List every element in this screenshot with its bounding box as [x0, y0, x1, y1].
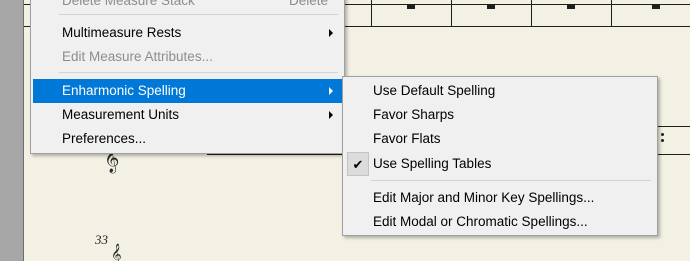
- menu-item-label: Use Spelling Tables: [373, 156, 492, 171]
- submenu-item-use-spelling-tables[interactable]: ✔ Use Spelling Tables: [345, 152, 655, 176]
- submenu-item-use-default-spelling[interactable]: Use Default Spelling: [345, 79, 655, 103]
- treble-clef-icon: 𝄞: [111, 244, 122, 261]
- barline: [611, 0, 612, 27]
- menu-item-label: Edit Measure Attributes...: [62, 49, 213, 64]
- whole-rest: [652, 5, 660, 9]
- repeat-dot: [661, 139, 664, 142]
- menu-item-label: Use Default Spelling: [373, 83, 496, 98]
- menu-item-label: Favor Sharps: [373, 107, 455, 122]
- submenu-arrow-icon: [329, 111, 333, 119]
- menu-item-label: Multimeasure Rests: [62, 25, 182, 40]
- menu-item-label: Enharmonic Spelling: [62, 83, 186, 98]
- menu-item-multimeasure-rests[interactable]: Multimeasure Rests: [33, 21, 342, 45]
- repeat-dot: [661, 133, 664, 136]
- whole-rest: [567, 5, 575, 9]
- context-menu: Delete Measure Stack Delete Multimeasure…: [30, 0, 345, 154]
- submenu-item-edit-modal-chromatic-spellings[interactable]: Edit Modal or Chromatic Spellings...: [345, 210, 655, 234]
- checkmark-icon: ✔: [347, 152, 369, 176]
- menu-item-label: Favor Flats: [373, 131, 441, 146]
- barline: [371, 0, 372, 27]
- menu-separator: [59, 14, 338, 15]
- barline: [531, 0, 532, 27]
- menu-item-preferences[interactable]: Preferences...: [33, 127, 342, 151]
- submenu-item-favor-flats[interactable]: Favor Flats: [345, 127, 655, 151]
- enharmonic-spelling-submenu: Use Default Spelling Favor Sharps Favor …: [342, 76, 658, 236]
- menu-item-measurement-units[interactable]: Measurement Units: [33, 103, 342, 127]
- menu-item-shortcut: Delete: [288, 0, 328, 8]
- barline: [451, 0, 452, 27]
- menu-item-edit-measure-attributes[interactable]: Edit Measure Attributes...: [33, 45, 342, 69]
- menu-item-label: Edit Major and Minor Key Spellings...: [373, 190, 595, 205]
- measure-number: 33: [95, 232, 108, 247]
- submenu-item-edit-major-minor-spellings[interactable]: Edit Major and Minor Key Spellings...: [345, 186, 655, 210]
- menu-item-label: Measurement Units: [62, 107, 180, 122]
- menu-item-label: Preferences...: [62, 131, 147, 146]
- whole-rest: [407, 5, 415, 9]
- menu-item-delete-measure-stack[interactable]: Delete Measure Stack Delete: [33, 0, 342, 13]
- menu-separator: [371, 180, 651, 181]
- menu-item-enharmonic-spelling[interactable]: Enharmonic Spelling: [33, 79, 342, 103]
- submenu-arrow-icon: [329, 87, 333, 95]
- whole-rest: [487, 5, 495, 9]
- submenu-item-favor-sharps[interactable]: Favor Sharps: [345, 103, 655, 127]
- menu-item-label: Edit Modal or Chromatic Spellings...: [373, 214, 588, 229]
- menu-item-label: Delete Measure Stack: [62, 0, 195, 8]
- menu-separator: [59, 72, 338, 73]
- submenu-arrow-icon: [329, 29, 333, 37]
